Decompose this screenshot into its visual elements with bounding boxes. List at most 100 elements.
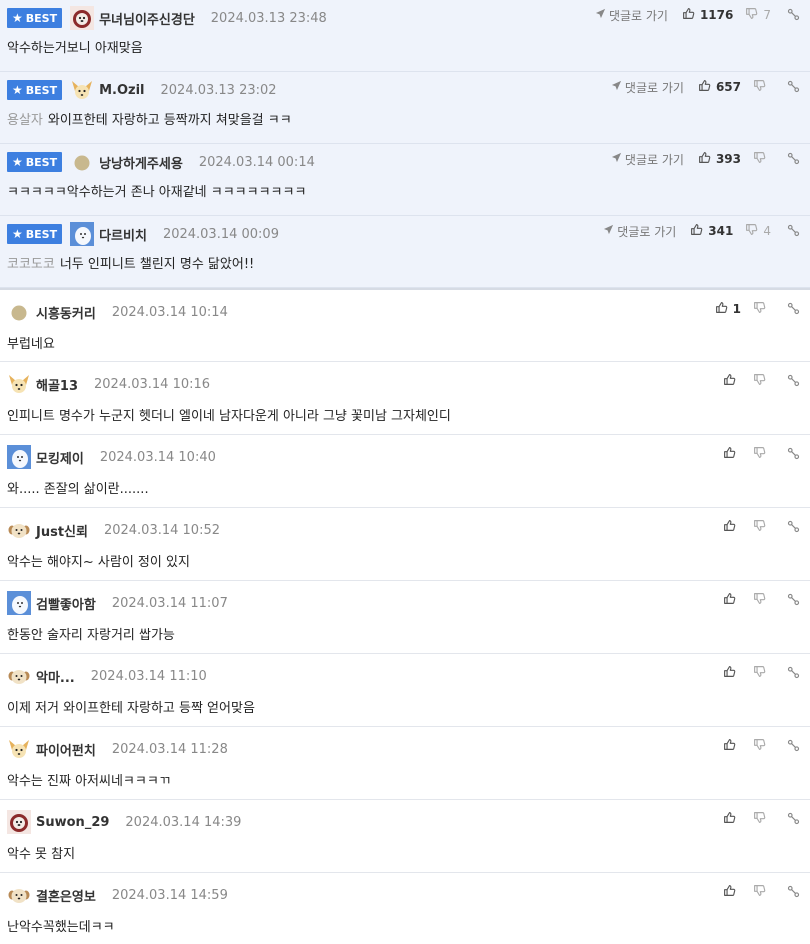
- best-label: BEST: [25, 11, 58, 25]
- like-count: 1: [732, 302, 741, 316]
- nickname[interactable]: 해골13: [36, 375, 78, 394]
- comment-item: 모킹제이 2024.03.14 10:40 와..... 존잘의 삶이란......…: [0, 435, 810, 508]
- comment-text: 악수는 해야지~ 사람이 정이 있지: [7, 551, 190, 570]
- nickname[interactable]: 악마...: [36, 667, 75, 686]
- dislike-button[interactable]: [753, 665, 771, 681]
- comment-actions: [723, 664, 800, 682]
- dislike-button[interactable]: [753, 519, 771, 535]
- comment-actions: [723, 883, 800, 901]
- nickname[interactable]: 검빨좋아함: [36, 594, 96, 613]
- share-link-button[interactable]: [787, 591, 800, 610]
- dislike-button[interactable]: [753, 884, 771, 900]
- share-link-button[interactable]: [787, 664, 800, 683]
- nickname[interactable]: 무녀님이주신경단: [99, 9, 195, 28]
- share-link-button[interactable]: [787, 222, 800, 241]
- comment-list: ★ BEST 무녀님이주신경단 2024.03.13 23:48 악수하는거보니 아재맞…: [0, 0, 810, 944]
- comment-date: 2024.03.14 10:16: [94, 376, 211, 392]
- comment-body: 난악수꼭했는데ㅋㅋ: [7, 920, 115, 935]
- avatar[interactable]: [7, 664, 31, 688]
- share-link-button[interactable]: [787, 372, 800, 391]
- nickname[interactable]: Suwon_29: [36, 815, 109, 830]
- comment-actions: [723, 591, 800, 609]
- avatar[interactable]: [7, 300, 31, 324]
- share-link-button[interactable]: [787, 518, 800, 537]
- nickname[interactable]: 모킹제이: [36, 448, 84, 467]
- avatar[interactable]: [7, 810, 31, 834]
- avatar[interactable]: [7, 518, 31, 542]
- comment-date: 2024.03.14 11:28: [111, 741, 228, 757]
- avatar[interactable]: [70, 6, 95, 30]
- goto-reply-link[interactable]: 댓글로 가기: [611, 79, 684, 96]
- nickname[interactable]: Just신뢰: [36, 521, 88, 540]
- avatar[interactable]: [7, 372, 31, 396]
- nickname[interactable]: M.Ozil: [99, 83, 144, 98]
- comment-header: 시흥동커리 2024.03.14 10:14: [7, 299, 228, 325]
- comment-item: 시흥동커리 2024.03.14 10:14 부럽네요 1: [0, 288, 810, 362]
- nickname[interactable]: 시흥동커리: [36, 303, 96, 322]
- comment-item: 악마... 2024.03.14 11:10 이제 저거 와이프한테 자랑하고 등짝…: [0, 654, 810, 727]
- nickname[interactable]: 파이어펀치: [36, 740, 96, 759]
- nickname[interactable]: 결혼은영보: [36, 886, 96, 905]
- thumbs-down-icon: [753, 79, 771, 95]
- avatar[interactable]: [7, 883, 31, 907]
- dislike-button[interactable]: [753, 301, 771, 317]
- like-button[interactable]: [723, 884, 741, 900]
- share-link-button[interactable]: [787, 150, 800, 169]
- like-button[interactable]: [723, 665, 741, 681]
- dislike-button[interactable]: 7: [745, 7, 771, 23]
- dislike-count: 7: [763, 8, 771, 22]
- avatar[interactable]: [7, 591, 31, 615]
- goto-reply-link[interactable]: 댓글로 가기: [595, 7, 668, 24]
- comment-header: 검빨좋아함 2024.03.14 11:07: [7, 590, 228, 616]
- like-button[interactable]: 1: [715, 301, 741, 317]
- avatar[interactable]: [7, 445, 31, 469]
- like-button[interactable]: [723, 373, 741, 389]
- like-button[interactable]: 1176: [682, 7, 733, 23]
- nickname[interactable]: 낭낭하게주세용: [99, 153, 183, 172]
- avatar[interactable]: [70, 78, 94, 102]
- nickname[interactable]: 다르비치: [99, 225, 147, 244]
- reply-target-nick[interactable]: 코코도코: [7, 257, 55, 272]
- like-button[interactable]: 657: [698, 79, 741, 95]
- dislike-button[interactable]: 4: [745, 223, 771, 239]
- like-button[interactable]: 393: [698, 151, 741, 167]
- like-button[interactable]: 341: [690, 223, 733, 239]
- like-button[interactable]: [723, 811, 741, 827]
- comment-body: 악수하는거보니 아재맞음: [7, 41, 143, 56]
- like-button[interactable]: [723, 519, 741, 535]
- share-link-button[interactable]: [787, 883, 800, 902]
- avatar[interactable]: [70, 222, 95, 246]
- comment-date: 2024.03.13 23:02: [160, 82, 277, 98]
- like-button[interactable]: [723, 592, 741, 608]
- comment-text: 난악수꼭했는데ㅋㅋ: [7, 916, 115, 935]
- comment-text: 이제 저거 와이프한테 자랑하고 등짝 얻어맞음: [7, 697, 255, 716]
- comment-date: 2024.03.14 11:10: [90, 668, 207, 684]
- like-button[interactable]: [723, 738, 741, 754]
- share-link-button[interactable]: [787, 737, 800, 756]
- best-badge: ★ BEST: [7, 224, 63, 244]
- dislike-button[interactable]: [753, 79, 771, 95]
- like-button[interactable]: [723, 446, 741, 462]
- goto-reply-link[interactable]: 댓글로 가기: [603, 223, 676, 240]
- avatar[interactable]: [70, 150, 94, 174]
- share-link-button[interactable]: [787, 445, 800, 464]
- dislike-button[interactable]: [753, 151, 771, 167]
- share-link-button[interactable]: [787, 300, 800, 319]
- dislike-button[interactable]: [753, 592, 771, 608]
- dislike-button[interactable]: [753, 738, 771, 754]
- dislike-button[interactable]: [753, 373, 771, 389]
- share-link-button[interactable]: [787, 78, 800, 97]
- share-link-button[interactable]: [787, 810, 800, 829]
- like-count: 1176: [699, 8, 734, 22]
- reply-target-nick[interactable]: 용살자: [7, 113, 43, 128]
- dislike-button[interactable]: [753, 446, 771, 462]
- dislike-button[interactable]: [753, 811, 771, 827]
- comment-text: 코코도코 너두 인피니트 챌린지 명수 닮았어!!: [7, 253, 254, 272]
- goto-reply-link[interactable]: 댓글로 가기: [611, 151, 684, 168]
- avatar[interactable]: [7, 737, 31, 761]
- best-badge: ★ BEST: [7, 80, 63, 100]
- thumbs-up-icon: [698, 79, 716, 95]
- comment-text: ㅋㅋㅋㅋㅋ악수하는거 존나 아재같네 ㅋㅋㅋㅋㅋㅋㅋㅋ: [7, 181, 306, 200]
- comment-header: 파이어펀치 2024.03.14 11:28: [7, 736, 228, 762]
- share-link-button[interactable]: [787, 6, 800, 25]
